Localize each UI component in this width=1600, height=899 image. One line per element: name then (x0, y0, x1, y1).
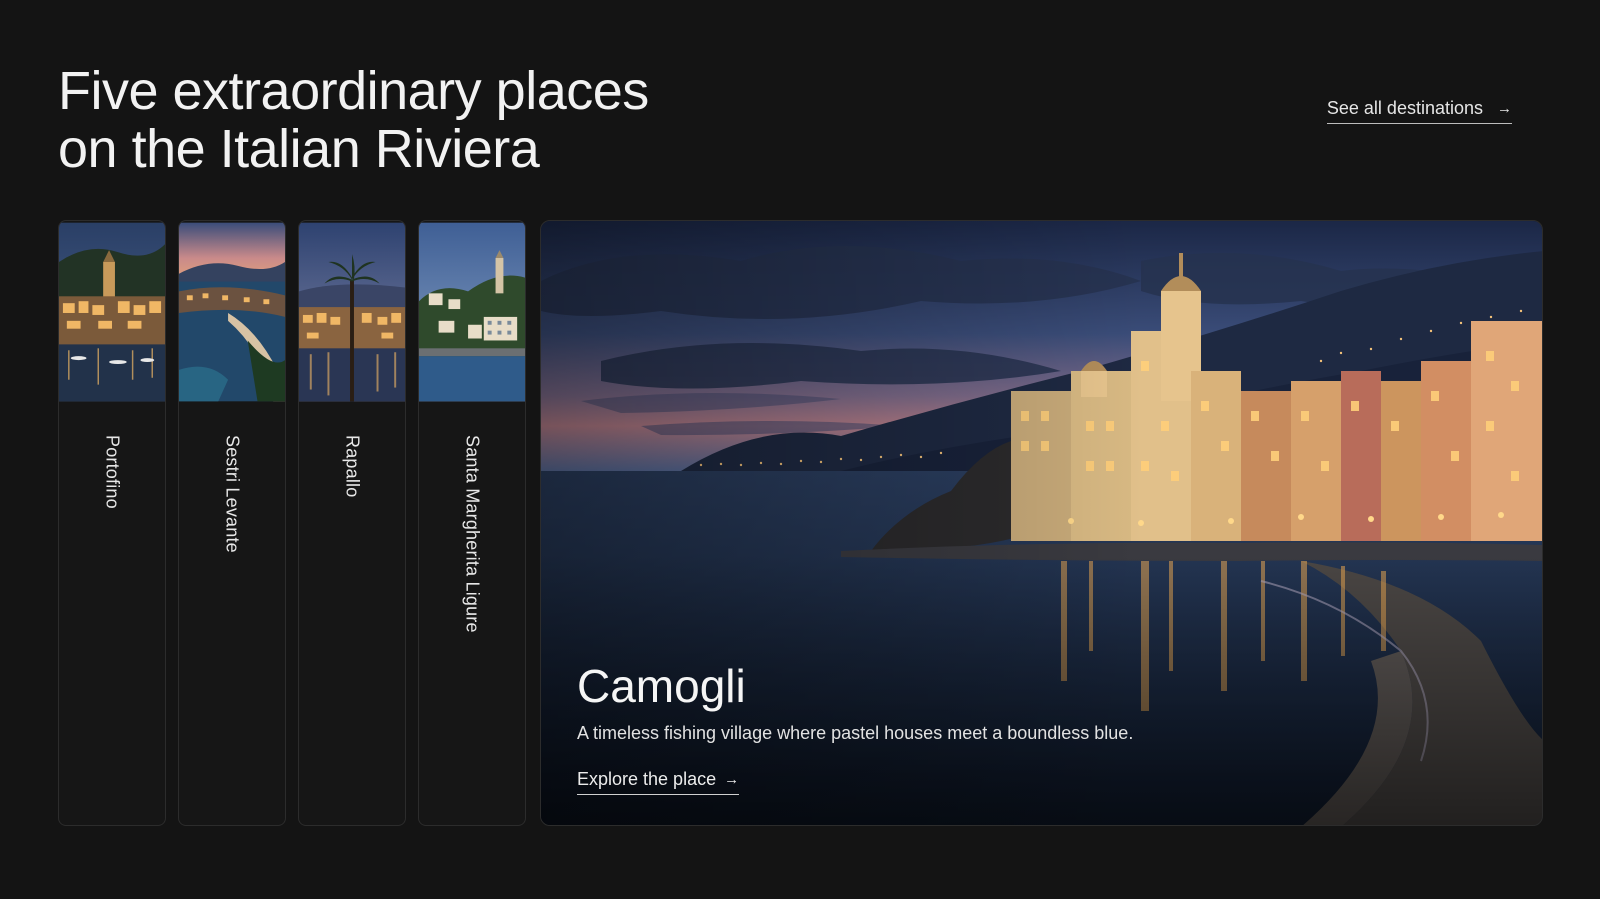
destination-label: Santa Margherita Ligure (462, 435, 483, 633)
destination-card-sestri-levante[interactable]: Sestri Levante (178, 220, 286, 826)
destination-label: Portofino (102, 435, 123, 509)
featured-title: Camogli (577, 660, 746, 712)
destination-label: Sestri Levante (222, 435, 243, 553)
explore-the-place-link[interactable]: Explore the place → (577, 769, 740, 795)
sestri-levante-thumbnail (179, 222, 285, 402)
destination-card-rapallo[interactable]: Rapallo (298, 220, 406, 826)
page-title: Five extraordinary places on the Italian… (58, 62, 649, 178)
destinations-page: Five extraordinary places on the Italian… (0, 0, 1600, 899)
santa-margherita-ligure-thumbnail (419, 222, 525, 402)
arrow-right-icon: → (724, 771, 740, 788)
see-all-label: See all destinations (1326, 98, 1483, 118)
portofino-thumbnail (59, 222, 165, 402)
arrow-right-icon: → (1497, 100, 1512, 117)
featured-destination-card[interactable]: Camogli A timeless fishing village where… (540, 220, 1543, 826)
rapallo-thumbnail (299, 222, 405, 402)
page-title-line-1: Five extraordinary places (58, 61, 649, 121)
destination-card-portofino[interactable]: Portofino (58, 220, 166, 826)
page-title-line-2: on the Italian Riviera (58, 119, 540, 179)
explore-link-label: Explore the place (577, 769, 717, 789)
destination-label: Rapallo (342, 435, 363, 498)
see-all-destinations-link[interactable]: See all destinations → (1326, 98, 1512, 124)
destination-card-santa-margherita-ligure[interactable]: Santa Margherita Ligure (418, 220, 526, 826)
featured-description: A timeless fishing village where pastel … (577, 723, 1134, 743)
